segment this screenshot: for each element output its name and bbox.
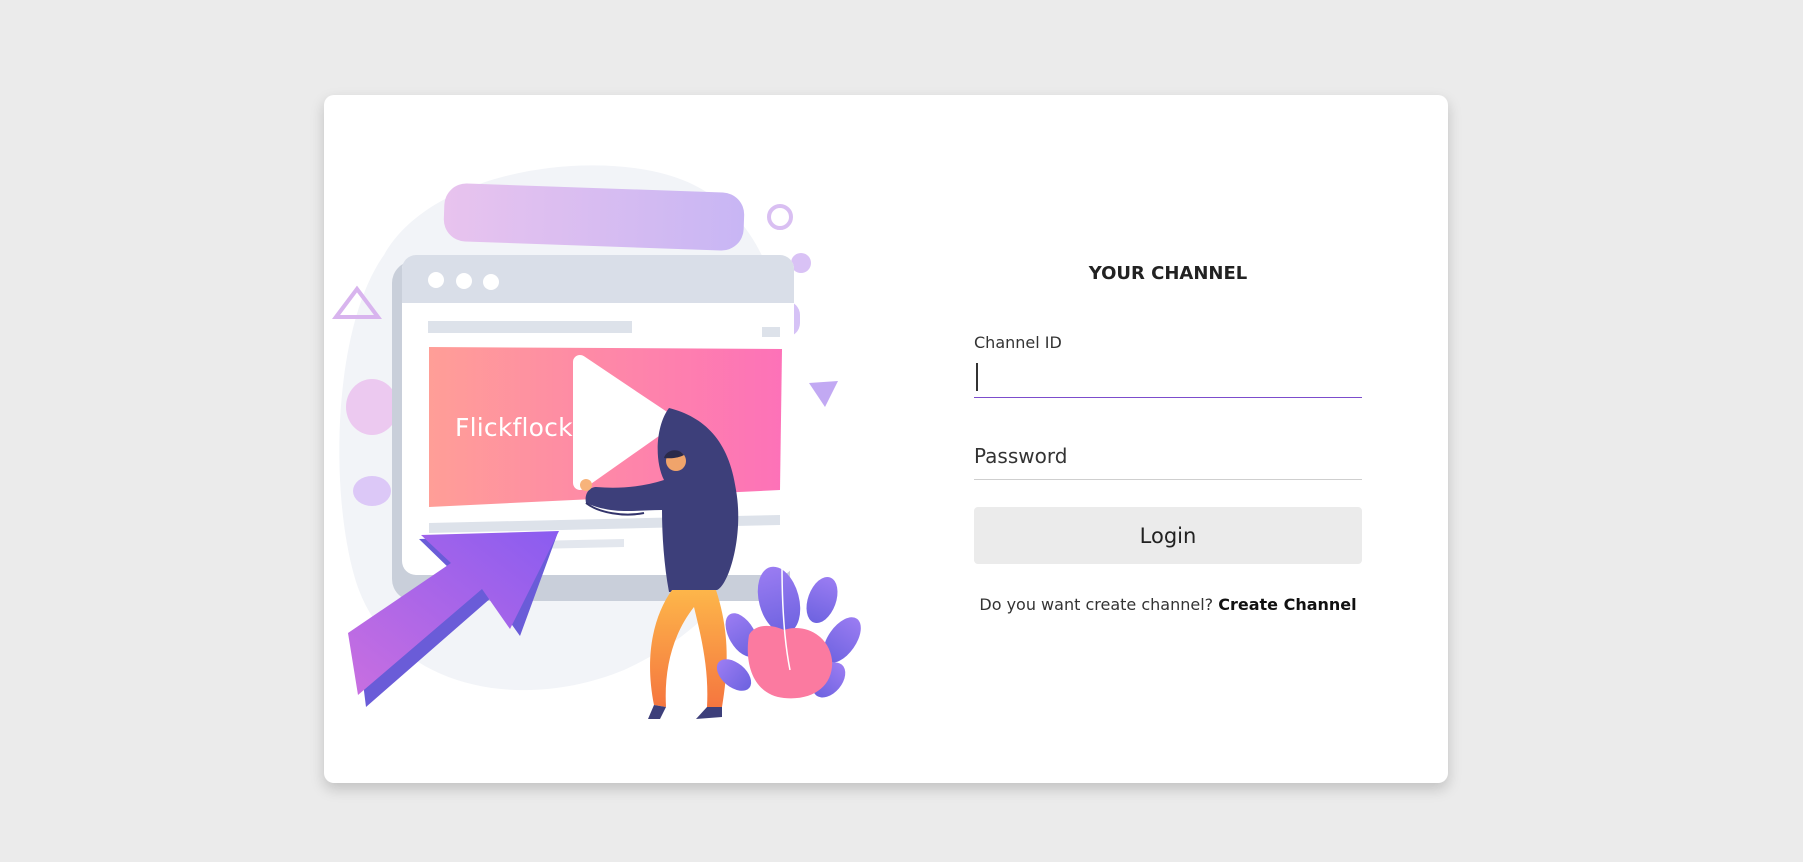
channel-id-label: Channel ID — [974, 333, 1062, 352]
channel-id-input[interactable] — [974, 357, 1362, 393]
create-channel-link[interactable]: Create Channel — [1218, 595, 1356, 614]
login-button[interactable]: Login — [974, 507, 1362, 564]
password-field[interactable] — [974, 435, 1362, 480]
signup-prompt: Do you want create channel? — [979, 595, 1214, 614]
brand-wordmark: Flickflock — [455, 413, 573, 442]
login-form: YOUR CHANNEL Channel ID Login Do you wan… — [974, 95, 1362, 783]
login-card: Flickflock YOUR CHANNEL Channel ID Login… — [324, 95, 1448, 783]
channel-id-field[interactable]: Channel ID — [974, 333, 1362, 398]
hero-illustration: Flickflock — [324, 95, 904, 783]
password-input[interactable] — [974, 435, 1362, 477]
form-title: YOUR CHANNEL — [1088, 263, 1248, 284]
text-caret — [976, 363, 978, 391]
video-illustration-graphic — [332, 165, 861, 719]
signup-row: Do you want create channel? Create Chann… — [974, 595, 1362, 614]
